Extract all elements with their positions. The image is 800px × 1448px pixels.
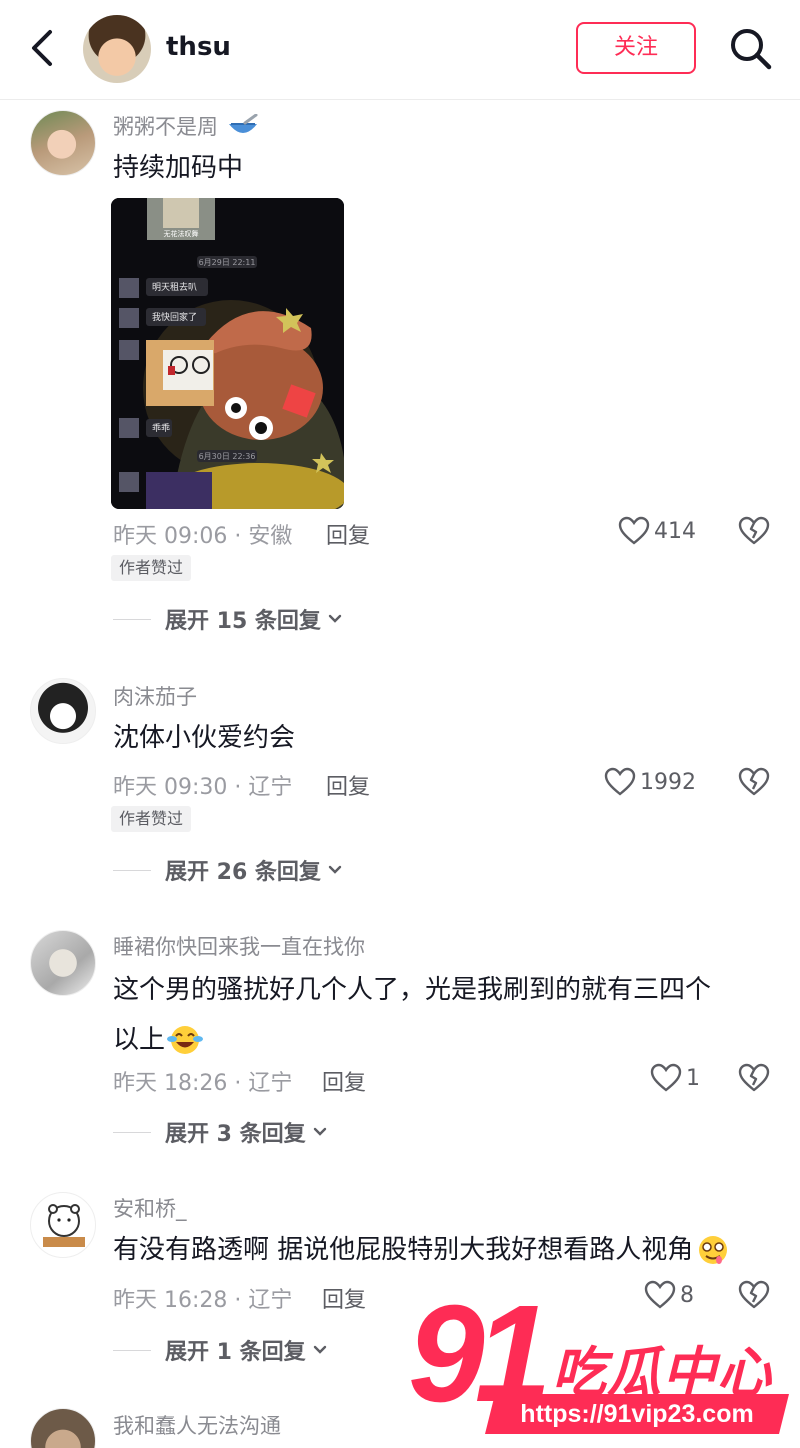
follow-button[interactable]: 关注: [576, 22, 696, 74]
author-avatar[interactable]: [83, 15, 151, 83]
expand-replies-button[interactable]: 展开 3 条回复: [113, 1116, 328, 1148]
photo-msg-2: 我快回家了: [152, 311, 197, 323]
commenter-avatar[interactable]: [30, 678, 96, 744]
chevron-down-icon: [328, 865, 342, 874]
expand-replies-button[interactable]: 展开 1 条回复: [113, 1334, 328, 1366]
photo-date-1: 6月29日 22:11: [199, 258, 256, 267]
reply-button[interactable]: 回复: [322, 1282, 366, 1314]
commenter-avatar[interactable]: [30, 930, 96, 996]
bowl-icon: [227, 113, 259, 143]
like-count: 1: [686, 1065, 700, 1091]
comment-text-end: 以上: [113, 1025, 166, 1055]
expand-replies-label: 展开 15 条回复: [165, 609, 321, 634]
chevron-down-icon: [313, 1345, 326, 1354]
heart-icon: [618, 516, 650, 545]
commenter-avatar[interactable]: [30, 1408, 96, 1448]
comment-text: 有没有路透啊 据说他屁股特别大我好想看路人视角: [113, 1228, 793, 1272]
comment-text-line: 这个男的骚扰好几个人了，光是我刷到的就有三四个: [113, 975, 712, 1005]
author-liked-badge: 作者赞过: [111, 806, 192, 832]
like-button[interactable]: 414: [618, 516, 696, 546]
chevron-down-icon: [313, 1127, 326, 1136]
author-username[interactable]: thsu: [166, 32, 231, 62]
commenter-username[interactable]: 肉沫茄子: [113, 681, 197, 711]
like-count: 1992: [640, 769, 696, 795]
commenter-username[interactable]: 粥粥不是周: [113, 111, 259, 143]
search-icon[interactable]: [728, 26, 774, 72]
author-liked-badge: 作者赞过: [111, 555, 192, 581]
drooling-emoji-icon: [699, 1236, 728, 1264]
expand-replies-label: 展开 26 条回复: [165, 860, 321, 885]
photo-sticker-caption: 无花法叹舞: [164, 229, 199, 238]
like-button[interactable]: 1992: [604, 767, 696, 797]
watermark-logo: 91 吃瓜中心 https://91vip23.com: [408, 1284, 789, 1440]
heart-icon: [604, 767, 636, 796]
expand-replies-label: 展开 1 条回复: [165, 1340, 306, 1365]
commenter-username[interactable]: 睡裙你快回来我一直在找你: [113, 931, 365, 961]
broken-heart-icon[interactable]: [738, 767, 770, 797]
chevron-down-icon: [328, 614, 342, 623]
comment-text: 这个男的骚扰好几个人了，光是我刷到的就有三四个 以上: [113, 968, 763, 1062]
photo-date-2: 6月30日 22:36: [199, 452, 256, 461]
comment-text-body: 有没有路透啊 据说他屁股特别大我好想看路人视角: [113, 1235, 694, 1265]
comment-time-location: 昨天 09:30 · 辽宁: [113, 775, 293, 800]
comment-text-line-2: 以上: [113, 1018, 763, 1062]
expand-replies-button[interactable]: 展开 26 条回复: [113, 854, 343, 886]
divider: [113, 618, 151, 620]
reply-button[interactable]: 回复: [326, 769, 370, 801]
expand-replies-button[interactable]: 展开 15 条回复: [113, 603, 343, 635]
comment-image-chat-screenshot[interactable]: 6月29日 22:11 6月30日 22:36 明天租去叭 我快回家了 乖乖 无…: [111, 198, 344, 509]
broken-heart-icon[interactable]: [738, 516, 770, 546]
top-bar: thsu 关注: [0, 0, 800, 100]
commenter-username[interactable]: 我和蠢人无法沟通: [113, 1410, 281, 1440]
reply-button[interactable]: 回复: [322, 1065, 366, 1097]
photo-msg-3: 乖乖: [152, 422, 170, 434]
broken-heart-icon[interactable]: [738, 1063, 770, 1093]
divider: [113, 1349, 151, 1351]
divider: [113, 869, 151, 871]
expand-replies-label: 展开 3 条回复: [165, 1122, 306, 1147]
comment-text: 沈体小伙爱约会: [113, 723, 296, 753]
commenter-username[interactable]: 安和桥_: [113, 1193, 187, 1223]
comment-time-location: 昨天 09:06 · 安徽: [113, 524, 293, 549]
username-text: 粥粥不是周: [113, 115, 218, 139]
watermark-url-banner: https://91vip23.com: [485, 1394, 789, 1434]
comment-time-location: 昨天 18:26 · 辽宁: [113, 1071, 293, 1096]
like-count: 414: [654, 518, 696, 544]
watermark-url: https://91vip23.com: [520, 1400, 754, 1428]
comment-text: 持续加码中: [113, 153, 244, 183]
commenter-avatar[interactable]: [30, 110, 96, 176]
divider: [113, 1131, 151, 1133]
like-button[interactable]: 1: [650, 1063, 700, 1093]
comment-time-location: 昨天 16:28 · 辽宁: [113, 1288, 293, 1313]
photo-msg-1: 明天租去叭: [152, 281, 197, 293]
laughing-crying-emoji-icon: [167, 1026, 204, 1054]
reply-button[interactable]: 回复: [326, 518, 370, 550]
commenter-avatar[interactable]: [30, 1192, 96, 1258]
back-arrow-icon[interactable]: [24, 26, 64, 70]
heart-icon: [650, 1063, 682, 1092]
